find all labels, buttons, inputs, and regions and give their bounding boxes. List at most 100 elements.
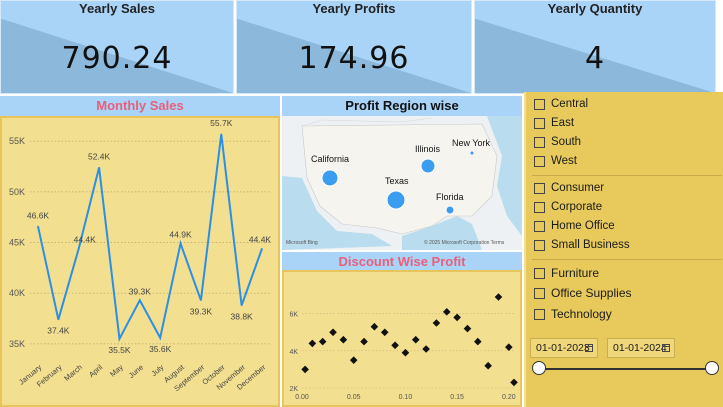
map-label-illinois: Illinois [415,144,441,154]
checkbox[interactable] [534,201,545,213]
scatter-point[interactable] [432,319,441,327]
discount-profit-title-text: Discount Wise Profit [338,254,466,269]
data-point[interactable] [139,299,141,301]
scatter-point[interactable] [401,348,410,357]
scatter-point[interactable] [463,324,472,333]
slicer-region-west[interactable]: West [534,155,577,167]
slicer-region-south[interactable]: South [534,136,581,148]
scatter-point[interactable] [329,328,337,337]
data-point[interactable] [57,318,59,321]
data-point[interactable] [241,304,243,306]
slicer-category-furniture[interactable]: Furniture [534,266,599,280]
map-bubble-florida[interactable] [445,205,455,215]
date-range-slider-track[interactable] [540,368,712,370]
map-bubble-illinois[interactable] [420,158,436,174]
scatter-point[interactable] [505,343,513,351]
date-end-input[interactable]: 01-01-2024 [607,338,675,358]
slicer-category-technology[interactable]: Technology [534,307,612,321]
scatter-point[interactable] [349,356,358,364]
scatter-point[interactable] [391,341,399,350]
checkbox[interactable] [534,98,545,110]
slicer-divider [532,259,722,260]
slicer-label: West [551,155,577,167]
scatter-point[interactable] [360,337,368,346]
calendar-icon[interactable] [585,344,593,352]
checkbox[interactable] [534,182,545,194]
scatter-point[interactable] [474,337,482,346]
checkbox[interactable] [534,155,545,167]
data-point[interactable] [179,242,182,245]
checkbox[interactable] [534,239,545,251]
checkbox[interactable] [534,136,545,148]
slicer-segment-small-business[interactable]: Small Business [534,239,630,251]
data-point[interactable] [37,225,39,227]
slicer-segment-home-office[interactable]: Home Office [534,220,615,232]
slicer-label: Corporate [551,201,603,213]
scatter-point[interactable] [442,308,451,316]
date-range-start-handle[interactable] [532,361,546,375]
map-label-texas: Texas [385,176,409,186]
date-start-input[interactable]: 01-01-2023 [530,338,598,358]
dashboard: Yearly Sales 790.24 Yearly Profits 174.9… [0,0,723,407]
scatter-point[interactable] [484,361,492,370]
discount-profit-chart-panel[interactable]: 2K 4K 6K 0.00 0.05 0.10 0.15 0.20 [282,270,522,407]
slicer-region-central[interactable]: Central [534,98,588,110]
scatter-point[interactable] [422,345,430,353]
monthly-sales-line-chart[interactable]: 35K40K45K50K55K46.6KJanuary37.4KFebruary… [2,118,278,405]
slicer-divider [532,175,722,176]
y-tick-label: 55K [9,136,25,146]
discount-profit-scatter-chart[interactable]: 2K 4K 6K 0.00 0.05 0.10 0.15 0.20 [284,272,520,405]
sales-line[interactable] [37,133,263,343]
monthly-sales-chart-panel[interactable]: 35K 40K 45K 50K 55K 46.6K January 37.4K February… [0,116,280,407]
data-point[interactable] [159,337,161,339]
calendar-icon[interactable] [662,344,670,352]
y-tick-label: 6K [289,312,298,319]
map-canvas[interactable]: California Texas Illinois New York Flori… [282,116,522,250]
monthly-sales-title-text: Monthly Sales [96,98,184,113]
data-point[interactable] [261,248,263,250]
slicer-label: Office Supplies [551,286,632,300]
checkbox[interactable] [534,220,545,232]
scatter-point[interactable] [318,337,327,346]
slicer-region-east[interactable]: East [534,117,574,129]
scatter-point[interactable] [370,322,379,331]
kpi-title: Yearly Profits [312,1,396,16]
data-point[interactable] [118,338,121,340]
checkbox[interactable] [534,117,545,129]
kpi-title: Yearly Quantity [547,1,643,16]
kpi-card-yearly-quantity[interactable]: Yearly Quantity 4 [474,0,716,94]
data-point[interactable] [220,133,222,135]
scatter-point[interactable] [339,335,348,344]
profit-region-map[interactable]: California Texas Illinois New York Flori… [282,116,522,250]
scatter-point[interactable] [301,365,309,374]
scatter-point[interactable] [308,339,317,348]
data-label: 39.3K [190,306,213,316]
scatter-point[interactable] [411,335,420,344]
kpi-card-yearly-sales[interactable]: Yearly Sales 790.24 [0,0,234,94]
scatter-point[interactable] [510,378,518,387]
x-tick-label: May [108,362,125,378]
data-point[interactable] [98,166,100,169]
scatter-point[interactable] [453,313,461,322]
kpi-value: 174.96 [298,41,410,76]
profit-region-title: Profit Region wise [282,96,522,116]
map-bubble-california[interactable] [321,169,339,187]
data-point[interactable] [200,299,202,301]
x-tick-label: 0.05 [347,394,361,401]
y-tick-label: 40K [9,288,25,298]
date-range-end-handle[interactable] [705,361,719,375]
scatter-point[interactable] [380,328,389,337]
scatter-point[interactable] [494,293,503,301]
checkbox[interactable] [534,287,545,299]
slicer-segment-consumer[interactable]: Consumer [534,182,604,194]
checkbox[interactable] [534,267,545,279]
x-tick-label: 0.20 [502,394,516,401]
map-bubble-new-york[interactable] [470,151,474,155]
checkbox[interactable] [534,308,545,320]
slicer-category-office-supplies[interactable]: Office Supplies [534,286,632,300]
data-point[interactable] [78,248,80,250]
slicer-segment-corporate[interactable]: Corporate [534,201,602,213]
map-bubble-texas[interactable] [386,190,406,210]
map-label-california: California [311,154,349,164]
kpi-card-yearly-profits[interactable]: Yearly Profits 174.96 [236,0,472,94]
